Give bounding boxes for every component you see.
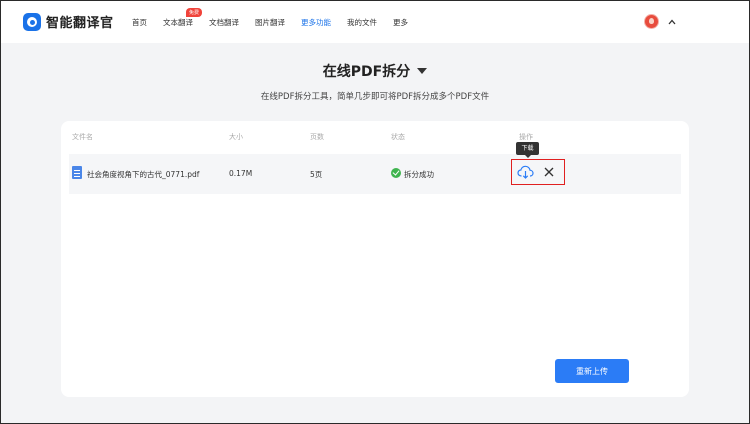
free-badge: 免费 — [185, 7, 202, 17]
check-circle-icon — [391, 168, 401, 178]
nav-item-image-translate[interactable]: 图片翻译 — [255, 17, 285, 28]
col-actions: 操作 — [519, 133, 533, 141]
nav-item-more-features[interactable]: 更多功能 — [301, 17, 331, 28]
file-name: 社会角度视角下的古代_0771.pdf — [87, 170, 200, 179]
main-nav: 首页 文本翻译 免费 文档翻译 图片翻译 更多功能 我的文件 更多 — [132, 1, 424, 43]
file-pdf-icon — [72, 166, 82, 179]
col-pages: 页数 — [310, 133, 324, 141]
cloud-download-icon[interactable] — [517, 165, 534, 179]
col-filename: 文件名 — [72, 133, 93, 141]
nav-item-my-files[interactable]: 我的文件 — [347, 17, 377, 28]
file-size: 0.17M — [229, 169, 253, 178]
nav-item-text-translate[interactable]: 文本翻译 免费 — [163, 7, 202, 28]
title-dropdown[interactable]: 在线PDF拆分 — [322, 61, 428, 81]
app-name: 智能翻译官 — [46, 16, 114, 31]
nav-item-doc-translate[interactable]: 文档翻译 — [209, 17, 239, 28]
top-header: 智能翻译官 首页 文本翻译 免费 文档翻译 图片翻译 更多功能 我的文件 更多 — [1, 1, 749, 43]
reupload-button[interactable]: 重新上传 — [555, 359, 629, 383]
app-logo[interactable]: 智能翻译官 — [23, 12, 114, 31]
file-pages: 5页 — [310, 170, 323, 179]
file-status: 拆分成功 — [404, 170, 434, 179]
close-icon[interactable] — [544, 167, 554, 177]
page-subtitle: 在线PDF拆分工具，简单几步即可将PDF拆分成多个PDF文件 — [260, 92, 490, 102]
caret-down-icon — [417, 68, 428, 74]
avatar[interactable] — [644, 14, 659, 29]
nav-item-label: 文本翻译 — [163, 17, 193, 27]
col-status: 状态 — [391, 133, 405, 141]
col-size: 大小 — [229, 133, 243, 141]
page-title-row: 在线PDF拆分 — [0, 61, 750, 81]
logo-icon — [23, 12, 41, 31]
nav-item-more[interactable]: 更多 — [393, 17, 408, 28]
table-header: 文件名 大小 页数 状态 操作 — [61, 121, 689, 152]
nav-item-home[interactable]: 首页 — [132, 17, 147, 28]
page-title: 在线PDF拆分 — [322, 64, 411, 80]
download-tooltip: 下载 — [516, 142, 539, 158]
file-card: 文件名 大小 页数 状态 操作 社会角度视角下的古代_0771.pdf 0.17… — [61, 121, 689, 397]
table-row: 社会角度视角下的古代_0771.pdf 0.17M 5页 拆分成功 — [69, 154, 681, 194]
chevron-up-icon[interactable] — [668, 18, 676, 26]
